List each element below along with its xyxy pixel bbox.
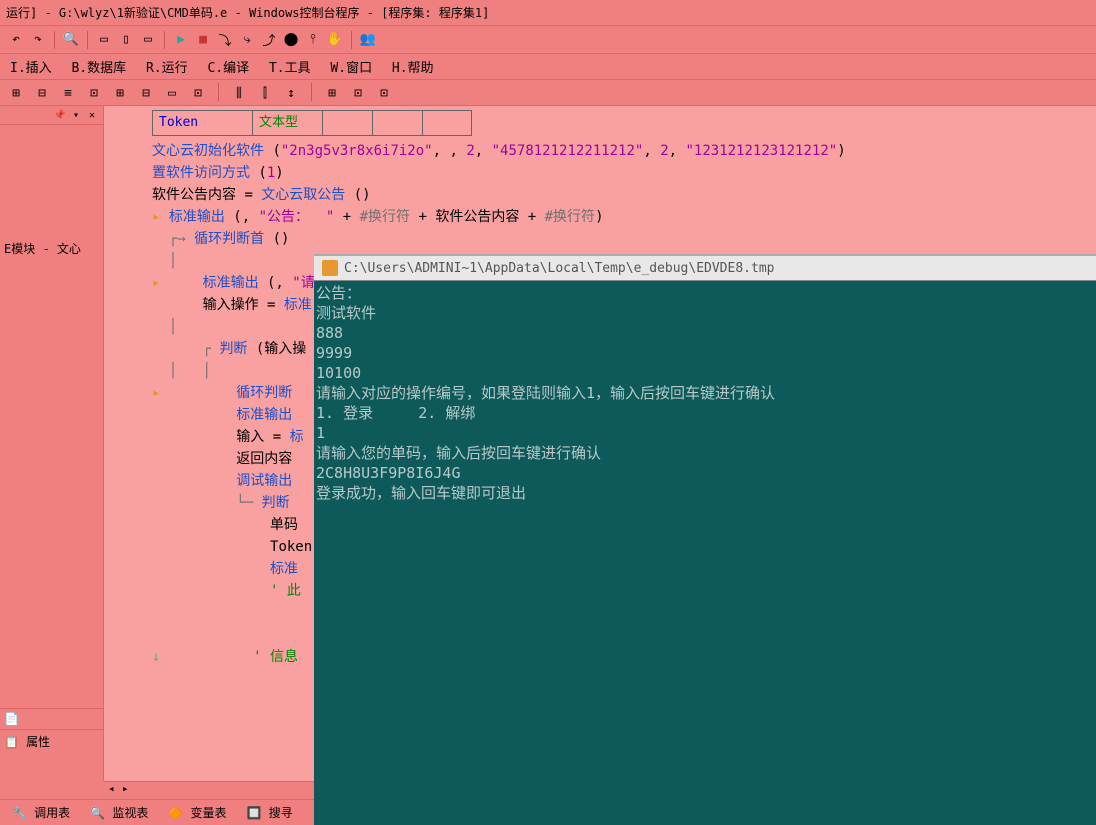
- window-layout3-icon[interactable]: ▭: [138, 30, 158, 50]
- t2-icon-3[interactable]: ≡: [58, 83, 78, 103]
- menu-window[interactable]: W.窗口: [324, 59, 378, 78]
- gutter: [104, 106, 144, 781]
- left-tab-generic[interactable]: 📄: [0, 708, 104, 729]
- scroll-left-icon[interactable]: ◂: [108, 782, 115, 795]
- toolbar-main: ↶ ↷ 🔍 ▭ ▯ ▭ ▶ ■ ⤵ ⤷ ⤴ ⬤ ⫯ ✋ 👥: [0, 26, 1096, 54]
- panel-header: 📌 ▾ ✕: [0, 106, 103, 125]
- step-into-icon[interactable]: ⤷: [237, 30, 257, 50]
- menu-bar: I.插入 B.数据库 R.运行 C.编译 T.工具 W.窗口 H.帮助: [0, 54, 1096, 80]
- step-out-icon[interactable]: ⤴: [259, 30, 279, 50]
- t2-icon-13[interactable]: ⊡: [348, 83, 368, 103]
- property-tab[interactable]: 📋 属性: [0, 729, 104, 753]
- t2-icon-2[interactable]: ⊟: [32, 83, 52, 103]
- t2-icon-10[interactable]: ⫿: [255, 83, 275, 103]
- code-line: 软件公告内容 = 文心云取公告 (): [152, 184, 1096, 206]
- t2-icon-4[interactable]: ⊡: [84, 83, 104, 103]
- code-line: 置软件访问方式 (1): [152, 162, 1096, 184]
- panel-close-icon[interactable]: ✕: [85, 108, 99, 122]
- panel-pin-icon[interactable]: 📌: [53, 108, 67, 122]
- window-layout1-icon[interactable]: ▭: [94, 30, 114, 50]
- menu-help[interactable]: H.帮助: [386, 59, 440, 78]
- module-label: E模块 - 文心: [0, 236, 85, 261]
- t2-icon-9[interactable]: ⫼: [229, 83, 249, 103]
- breakpoint-icon[interactable]: ⬤: [281, 30, 301, 50]
- t2-icon-1[interactable]: ⊞: [6, 83, 26, 103]
- window-layout2-icon[interactable]: ▯: [116, 30, 136, 50]
- var-empty1: [323, 111, 373, 135]
- var-name-cell: Token: [153, 111, 253, 135]
- cursor-icon[interactable]: ⫯: [303, 30, 323, 50]
- var-empty2: [373, 111, 423, 135]
- toolbar-secondary: ⊞ ⊟ ≡ ⊡ ⊞ ⊟ ▭ ⊡ ⫼ ⫿ ↕ ⊞ ⊡ ⊡: [0, 80, 1096, 106]
- t2-icon-12[interactable]: ⊞: [322, 83, 342, 103]
- step-over-icon[interactable]: ⤵: [215, 30, 235, 50]
- t2-icon-5[interactable]: ⊞: [110, 83, 130, 103]
- undo-icon[interactable]: ↶: [6, 30, 26, 50]
- console-title-text: C:\Users\ADMINI~1\AppData\Local\Temp\e_d…: [344, 261, 774, 276]
- code-line: ▸ 标准输出 (, "公告： " + #换行符 + 软件公告内容 + #换行符): [152, 206, 1096, 228]
- console-titlebar[interactable]: C:\Users\ADMINI~1\AppData\Local\Temp\e_d…: [314, 256, 1096, 281]
- console-output: 公告： 测试软件 888 9999 10100 请输入对应的操作编号，如果登陆则…: [314, 281, 1096, 505]
- console-app-icon: [322, 260, 338, 276]
- panel-dropdown-icon[interactable]: ▾: [69, 108, 83, 122]
- menu-run[interactable]: R.运行: [140, 59, 194, 78]
- var-type-cell: 文本型: [253, 111, 323, 135]
- t2-icon-7[interactable]: ▭: [162, 83, 182, 103]
- tab-watch-table[interactable]: 🔍 监视表: [84, 802, 154, 823]
- tab-search[interactable]: 🔲 搜寻: [241, 802, 299, 823]
- people-icon[interactable]: 👥: [358, 30, 378, 50]
- console-window: C:\Users\ADMINI~1\AppData\Local\Temp\e_d…: [314, 254, 1096, 825]
- menu-insert[interactable]: I.插入: [4, 59, 58, 78]
- t2-icon-11[interactable]: ↕: [281, 83, 301, 103]
- stop-icon[interactable]: ■: [193, 30, 213, 50]
- t2-icon-6[interactable]: ⊟: [136, 83, 156, 103]
- find-icon[interactable]: 🔍: [61, 30, 81, 50]
- tab-call-table[interactable]: 🔧 调用表: [6, 802, 76, 823]
- left-dock-bottom: 📄 📋 属性: [0, 708, 104, 753]
- scroll-right-icon[interactable]: ▸: [122, 782, 129, 795]
- t2-icon-14[interactable]: ⊡: [374, 83, 394, 103]
- menu-tools[interactable]: T.工具: [263, 59, 317, 78]
- tab-var-table[interactable]: 🔶 变量表: [162, 802, 232, 823]
- t2-icon-8[interactable]: ⊡: [188, 83, 208, 103]
- menu-database[interactable]: B.数据库: [65, 59, 132, 78]
- left-panel: 📌 ▾ ✕ E模块 - 文心 📄 📋 属性: [0, 106, 104, 781]
- run-icon[interactable]: ▶: [171, 30, 191, 50]
- window-title: 运行] - G:\wlyz\1新验证\CMD单码.e - Windows控制台程…: [0, 0, 1096, 26]
- code-line: 文心云初始化软件 ("2n3g5v3r8x6i7i2o", , 2, "4578…: [152, 140, 1096, 162]
- var-table-row: Token 文本型: [152, 110, 472, 136]
- menu-compile[interactable]: C.编译: [201, 59, 255, 78]
- code-line: ┌→ 循环判断首 (): [152, 228, 1096, 250]
- hand-icon[interactable]: ✋: [325, 30, 345, 50]
- redo-icon[interactable]: ↷: [28, 30, 48, 50]
